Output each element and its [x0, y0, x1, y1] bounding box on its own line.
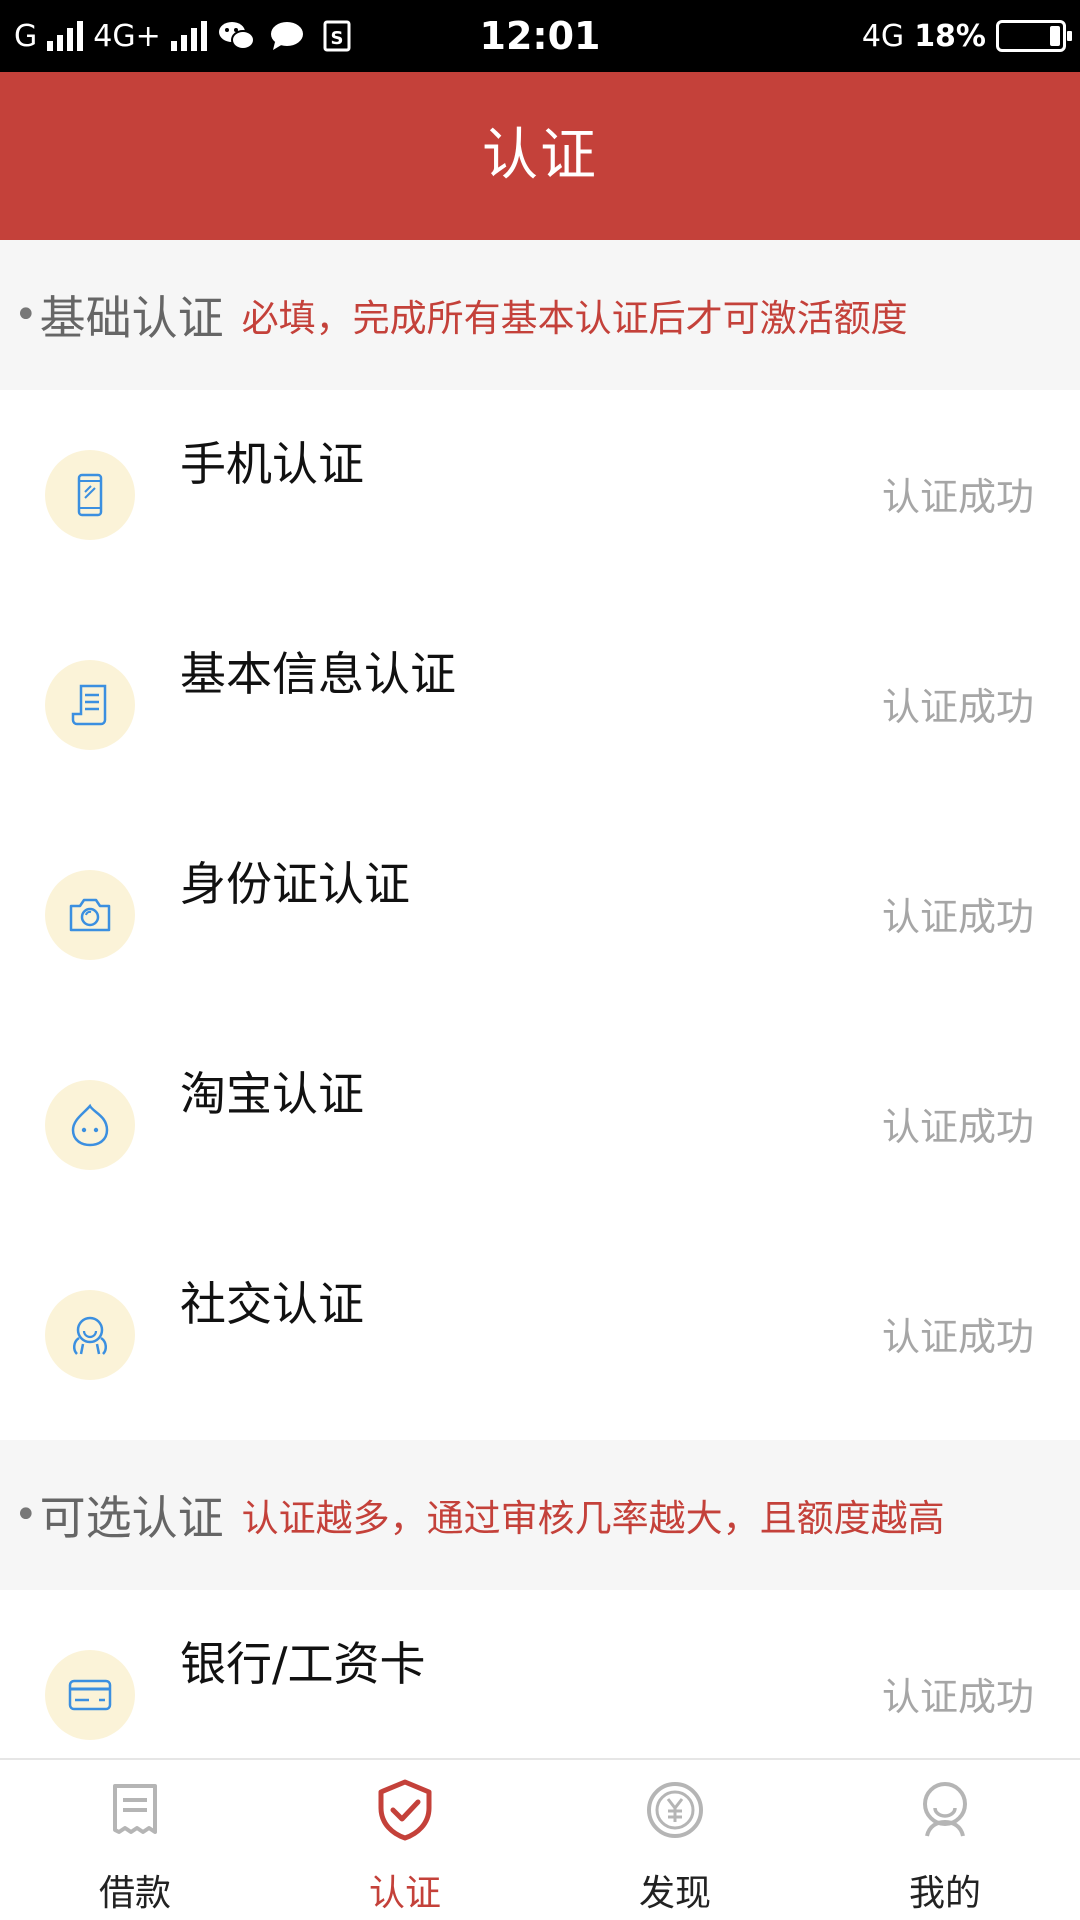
item-status: 认证成功	[881, 475, 1034, 519]
item-label: 手机认证	[180, 437, 364, 491]
section-optional: • 可选认证 认证越多，通过审核几率越大，且额度越高	[0, 1440, 1080, 1590]
icon-bg	[45, 450, 135, 540]
app-header: 认证	[0, 72, 1080, 240]
status-bar: G 4G+ S 12:01 4G 18%	[0, 0, 1080, 72]
section-note: 认证越多，通过审核几率越大，且额度越高	[241, 1497, 945, 1540]
phone-icon	[77, 473, 103, 517]
item-basic-info-verify[interactable]: 基本信息认证 认证成功	[0, 600, 1080, 810]
item-label: 银行/工资卡	[180, 1637, 426, 1691]
nav-loan[interactable]: 借款	[0, 1760, 270, 1920]
network-type: 4G	[861, 18, 905, 54]
section-basic: • 基础认证 必填，完成所有基本认证后才可激活额度	[0, 240, 1080, 390]
status-right: 4G 18%	[861, 0, 1072, 72]
item-label: 社交认证	[180, 1277, 364, 1331]
battery-percent: 18%	[914, 18, 986, 54]
section-dot: •	[14, 292, 38, 338]
document-icon	[71, 684, 107, 726]
item-label: 淘宝认证	[180, 1067, 364, 1121]
battery-icon	[996, 20, 1072, 52]
bank-card-icon	[68, 1679, 112, 1711]
taobao-icon	[71, 1103, 109, 1147]
item-label: 基本信息认证	[180, 647, 456, 701]
icon-bg	[45, 660, 135, 750]
item-id-card-verify[interactable]: 身份证认证 认证成功	[0, 810, 1080, 1020]
icon-bg	[45, 1290, 135, 1380]
nav-discover[interactable]: 发现	[540, 1760, 810, 1920]
screen: G 4G+ S 12:01 4G 18% 认证 • 基础认证 必填，完成所有基本…	[0, 0, 1080, 1920]
nav-mine[interactable]: 我的	[810, 1760, 1080, 1920]
nav-label: 我的	[908, 1873, 981, 1914]
item-status: 认证成功	[881, 1675, 1034, 1719]
item-phone-verify[interactable]: 手机认证 认证成功	[0, 390, 1080, 600]
section-title: 基础认证	[39, 291, 224, 345]
yuan-coin-icon	[647, 1782, 703, 1838]
nav-label: 发现	[638, 1873, 711, 1914]
section-note: 必填，完成所有基本认证后才可激活额度	[241, 297, 908, 340]
item-status: 认证成功	[881, 1105, 1034, 1149]
nav-verify[interactable]: 认证	[270, 1760, 540, 1920]
icon-bg	[45, 1080, 135, 1170]
nav-label: 借款	[98, 1873, 171, 1914]
camera-icon	[69, 898, 111, 932]
user-icon	[923, 1782, 967, 1837]
item-status: 认证成功	[881, 895, 1034, 939]
section-dot: •	[14, 1492, 38, 1538]
page-title: 认证	[482, 123, 598, 188]
icon-bg	[45, 1650, 135, 1740]
nav-label: 认证	[368, 1873, 441, 1914]
loan-icon	[113, 1784, 157, 1834]
shield-check-icon	[378, 1779, 432, 1841]
social-icon	[73, 1316, 107, 1355]
item-social-verify[interactable]: 社交认证 认证成功	[0, 1230, 1080, 1440]
item-status: 认证成功	[881, 1315, 1034, 1359]
item-taobao-verify[interactable]: 淘宝认证 认证成功	[0, 1020, 1080, 1230]
section-title: 可选认证	[39, 1491, 224, 1545]
item-status: 认证成功	[881, 685, 1034, 729]
icon-bg	[45, 870, 135, 960]
item-label: 身份证认证	[180, 857, 410, 911]
bottom-nav: 借款 认证 发现 我的	[0, 1758, 1080, 1920]
